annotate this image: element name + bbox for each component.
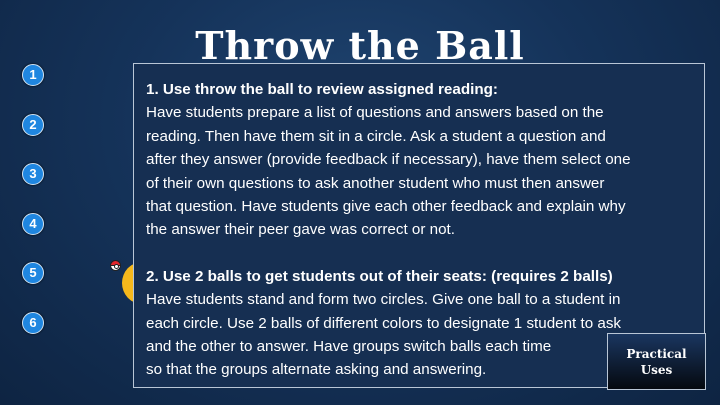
section-2-heading: 2. Use 2 balls to get students out of th… [146, 267, 613, 285]
nav-button-4[interactable]: 4 [22, 213, 44, 235]
practical-uses-button[interactable]: Practical Uses [607, 333, 706, 390]
section-1-line: reading. Then have them sit in a circle.… [146, 127, 606, 145]
nav-button-5[interactable]: 5 [22, 262, 44, 284]
section-1-line: the answer their peer gave was correct o… [146, 221, 455, 239]
nav-button-2[interactable]: 2 [22, 114, 44, 136]
slide-title: Throw the Ball [195, 23, 525, 68]
pokeball-icon [110, 260, 121, 271]
practical-uses-line1: Practical [626, 347, 687, 361]
section-1-line: after they answer (provide feedback if n… [146, 151, 631, 169]
nav-button-1[interactable]: 1 [22, 64, 44, 86]
section-1-heading: 1. Use throw the ball to review assigned… [146, 81, 498, 98]
section-2-line: each circle. Use 2 balls of different co… [146, 314, 622, 332]
section-1-line: of their own questions to ask another st… [146, 174, 605, 192]
nav-button-3[interactable]: 3 [22, 163, 44, 185]
practical-uses-line2: Uses [640, 363, 673, 377]
section-1-line: that question. Have students give each o… [146, 198, 626, 216]
section-1-line: Have students prepare a list of question… [146, 104, 604, 122]
nav-button-6[interactable]: 6 [22, 312, 44, 334]
section-2-line: Have students stand and form two circles… [146, 291, 621, 309]
